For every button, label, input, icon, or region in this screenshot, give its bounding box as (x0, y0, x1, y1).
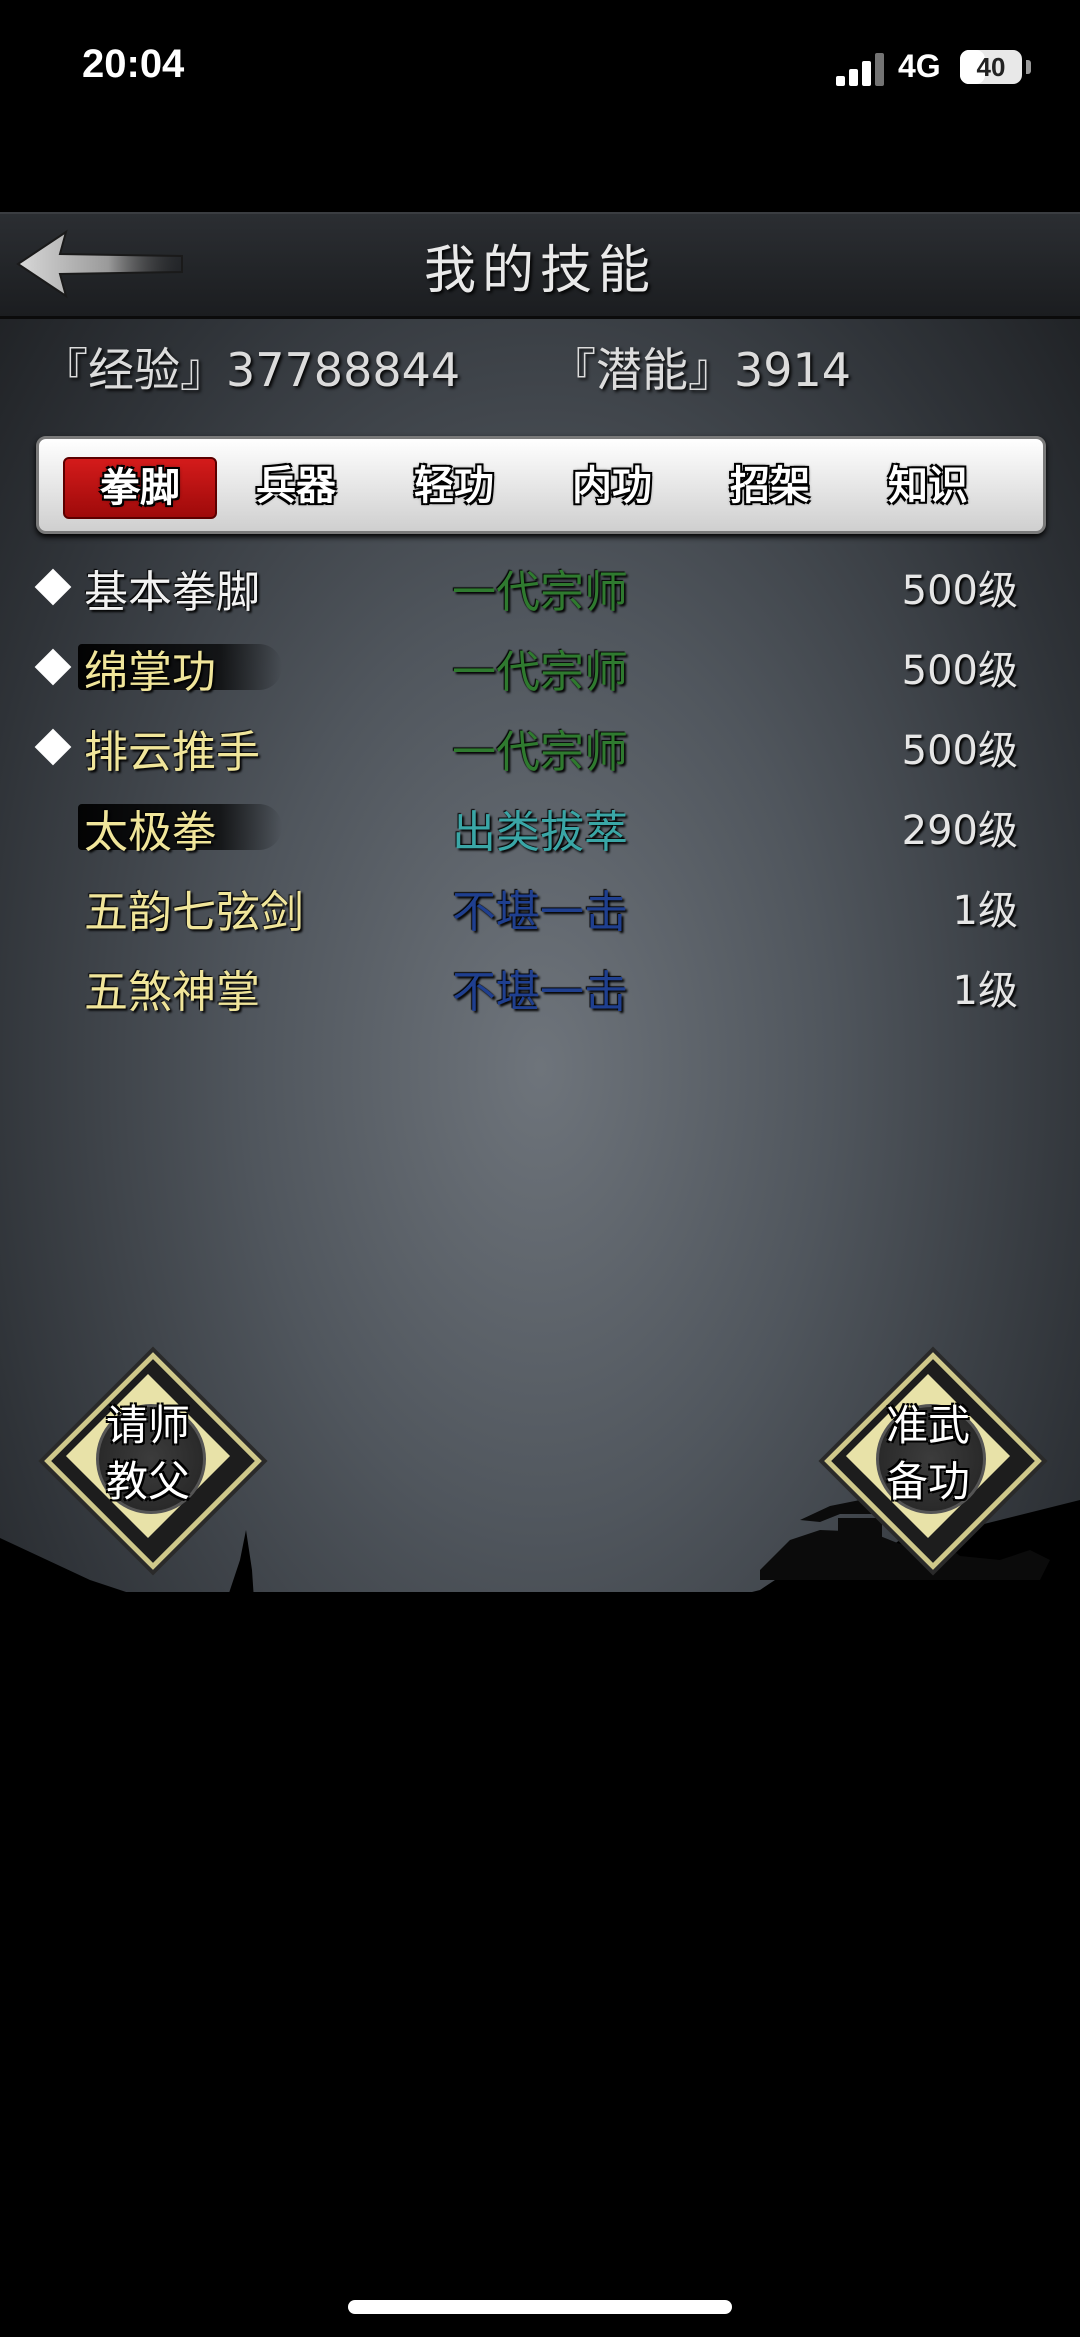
skill-name: 基本拳脚 (84, 567, 260, 618)
skill-row[interactable]: 排云推手 一代宗师 500级 (0, 708, 1080, 788)
enabled-marker-icon (34, 728, 72, 766)
skill-rank: 一代宗师 (452, 647, 628, 698)
button-label-line2: 教父 (105, 1457, 190, 1506)
skill-row[interactable]: 绵掌功 一代宗师 500级 (0, 628, 1080, 708)
tab-zhaojia[interactable]: 招架 (695, 457, 845, 515)
button-label-line2: 备功 (885, 1457, 970, 1506)
enabled-marker-icon (34, 648, 72, 686)
experience-stat: 『经验』37788844 (42, 343, 461, 397)
skill-level: 1级 (952, 888, 1018, 934)
battery-percent: 40 (976, 52, 1006, 82)
skill-row[interactable]: 五煞神掌 不堪一击 1级 (0, 948, 1080, 1028)
skill-name: 五韵七弦剑 (84, 887, 304, 938)
skill-name: 排云推手 (84, 727, 260, 778)
battery-nub (1026, 60, 1031, 74)
skill-rank: 一代宗师 (452, 727, 628, 778)
tab-zhishi[interactable]: 知识 (853, 457, 1003, 515)
skill-level: 500级 (901, 568, 1018, 614)
ask-master-button[interactable]: 请师 教父 (44, 1352, 262, 1570)
tab-bingqi[interactable]: 兵器 (221, 457, 371, 515)
skill-level: 500级 (901, 648, 1018, 694)
potential-stat: 『潜能』3914 (550, 343, 852, 397)
skill-row[interactable]: 五韵七弦剑 不堪一击 1级 (0, 868, 1080, 948)
cellular-signal-icon (836, 52, 888, 86)
skill-category-tabs: 拳脚 兵器 轻功 内功 招架 知识 (36, 436, 1046, 534)
home-indicator[interactable] (348, 2300, 732, 2314)
button-label-line1: 准武 (885, 1401, 970, 1450)
prepare-skill-button[interactable]: 准武 备功 (824, 1352, 1042, 1570)
skill-row[interactable]: 基本拳脚 一代宗师 500级 (0, 548, 1080, 628)
skill-level: 500级 (901, 728, 1018, 774)
page-title: 我的技能 (423, 241, 656, 301)
skill-name: 五煞神掌 (84, 967, 260, 1018)
skill-level: 1级 (952, 968, 1018, 1014)
enabled-marker-icon (34, 568, 72, 606)
button-label-line1: 请师 (105, 1401, 190, 1450)
skill-name: 绵掌功 (84, 647, 216, 698)
tab-qinggong[interactable]: 轻功 (379, 457, 529, 515)
status-time: 20:04 (82, 42, 185, 86)
skill-name: 太极拳 (84, 807, 216, 858)
tab-neigong[interactable]: 内功 (537, 457, 687, 515)
skill-rank: 不堪一击 (452, 887, 628, 938)
battery-icon: 40 (960, 50, 1022, 84)
tab-quanjiao[interactable]: 拳脚 (63, 457, 217, 519)
temple-silhouette-scenery (0, 1500, 1080, 2337)
skill-row[interactable]: 太极拳 出类拔萃 290级 (0, 788, 1080, 868)
button-label: 准武 备功 (826, 1398, 1030, 1510)
skill-rank: 出类拔萃 (452, 807, 628, 858)
status-bar: 20:04 4G 40 (0, 0, 1080, 140)
button-label: 请师 教父 (46, 1398, 250, 1510)
skill-rank: 一代宗师 (452, 567, 628, 618)
skill-rank: 不堪一击 (452, 967, 628, 1018)
network-type: 4G (898, 48, 941, 84)
skill-level: 290级 (901, 808, 1018, 854)
